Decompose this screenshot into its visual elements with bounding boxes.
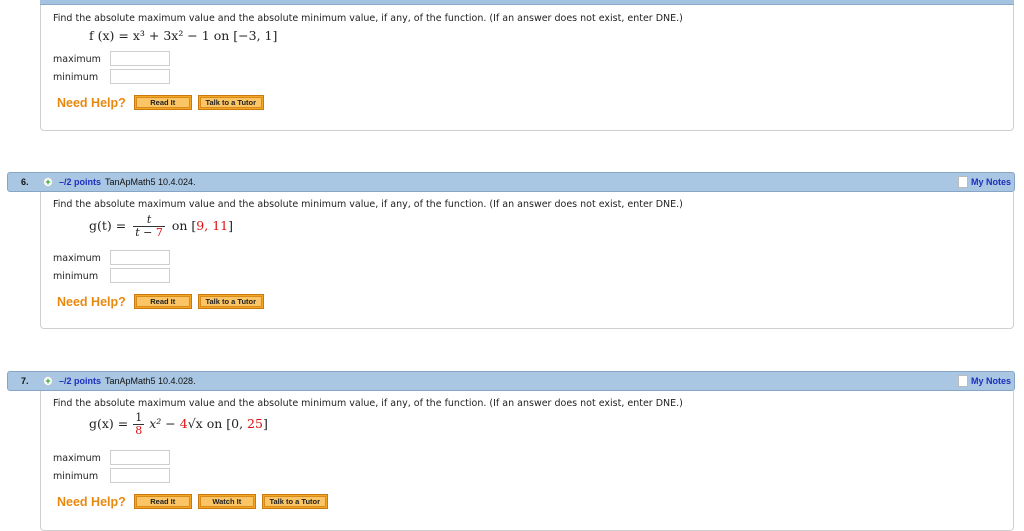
question-6-body: Find the absolute maximum value and the …	[40, 192, 1014, 329]
fraction: 1 8	[133, 412, 145, 437]
formula-on: on	[171, 218, 188, 233]
maximum-input[interactable]	[110, 450, 170, 465]
formula-lhs: f (x) =	[89, 28, 129, 43]
watch-it-button[interactable]: Watch It	[197, 494, 256, 509]
read-it-label: Read It	[135, 496, 190, 507]
interval-close: ]	[262, 416, 268, 431]
maximum-input[interactable]	[110, 250, 170, 265]
expand-plus-icon[interactable]: +	[43, 177, 53, 187]
minimum-input[interactable]	[110, 69, 170, 84]
formula-expr: x³ + 3x² − 1	[132, 28, 210, 43]
interval-sep: ,	[204, 218, 213, 233]
formula-term1: x² −	[149, 416, 176, 431]
interval-b: 25	[247, 416, 263, 431]
need-help-row: Need Help? Read It Watch It Talk to a Tu…	[57, 494, 328, 509]
question-number: 6.	[21, 177, 29, 187]
interval-close: ]	[228, 218, 233, 233]
fraction: t t − 7	[133, 214, 165, 239]
read-it-label: Read It	[135, 296, 190, 307]
fraction-denominator: t − 7	[133, 227, 165, 239]
watch-it-label: Watch It	[199, 496, 254, 507]
maximum-label: maximum	[53, 54, 101, 65]
question-prompt: Find the absolute maximum value and the …	[53, 13, 683, 24]
formula-interval: [−3, 1]	[233, 28, 278, 43]
talk-to-tutor-button[interactable]: Talk to a Tutor	[197, 95, 264, 110]
den-const: 7	[155, 226, 163, 239]
talk-to-tutor-label: Talk to a Tutor	[199, 296, 262, 307]
maximum-input[interactable]	[110, 51, 170, 66]
formula-coef: 4	[179, 416, 188, 431]
points-link[interactable]: –/2 points	[59, 177, 101, 187]
function-formula: f (x) = x³ + 3x² − 1 on [−3, 1]	[89, 28, 277, 43]
need-help-label: Need Help?	[57, 494, 126, 509]
my-notes-button[interactable]: My Notes	[957, 375, 1011, 387]
my-notes-button[interactable]: My Notes	[957, 176, 1011, 188]
read-it-button[interactable]: Read It	[133, 294, 192, 309]
interval-open: [0,	[226, 416, 248, 431]
note-icon	[957, 375, 968, 387]
formula-lhs: g(x) =	[89, 416, 129, 431]
question-5-header-edge	[40, 0, 1014, 5]
den-prefix: t −	[135, 226, 156, 239]
read-it-label: Read It	[135, 97, 190, 108]
minimum-label: minimum	[53, 471, 99, 482]
formula-on: on	[206, 416, 223, 431]
talk-to-tutor-label: Talk to a Tutor	[263, 496, 326, 507]
formula-sqrt: √x	[187, 416, 203, 431]
note-icon	[957, 176, 968, 188]
question-prompt: Find the absolute maximum value and the …	[53, 398, 683, 409]
need-help-row: Need Help? Read It Talk to a Tutor	[57, 294, 264, 309]
question-7-header: 7. + –/2 points TanApMath5 10.4.028. My …	[7, 371, 1015, 391]
question-number: 7.	[21, 376, 29, 386]
need-help-label: Need Help?	[57, 294, 126, 309]
read-it-button[interactable]: Read It	[133, 494, 192, 509]
minimum-input[interactable]	[110, 268, 170, 283]
my-notes-label: My Notes	[970, 177, 1011, 187]
maximum-label: maximum	[53, 453, 101, 464]
points-link[interactable]: –/2 points	[59, 376, 101, 386]
question-6-header: 6. + –/2 points TanApMath5 10.4.024. My …	[7, 172, 1015, 192]
fraction-denominator: 8	[135, 424, 143, 437]
question-source: TanApMath5 10.4.024.	[105, 177, 196, 187]
talk-to-tutor-button[interactable]: Talk to a Tutor	[261, 494, 328, 509]
function-formula: g(x) = 1 8 x² − 4√x on [0, 25]	[89, 412, 268, 437]
minimum-label: minimum	[53, 271, 99, 282]
question-source: TanApMath5 10.4.028.	[105, 376, 196, 386]
question-7-body: Find the absolute maximum value and the …	[40, 391, 1014, 531]
my-notes-label: My Notes	[970, 376, 1011, 386]
minimum-label: minimum	[53, 72, 99, 83]
need-help-row: Need Help? Read It Talk to a Tutor	[57, 95, 264, 110]
function-formula: g(t) = t t − 7 on [9, 11]	[89, 214, 233, 239]
question-prompt: Find the absolute maximum value and the …	[53, 199, 683, 210]
talk-to-tutor-label: Talk to a Tutor	[199, 97, 262, 108]
expand-plus-icon[interactable]: +	[43, 376, 53, 386]
need-help-label: Need Help?	[57, 95, 126, 110]
minimum-input[interactable]	[110, 468, 170, 483]
read-it-button[interactable]: Read It	[133, 95, 192, 110]
question-5-body: Find the absolute maximum value and the …	[40, 0, 1014, 131]
formula-lhs: g(t) =	[89, 218, 127, 233]
interval-b: 11	[212, 218, 229, 233]
talk-to-tutor-button[interactable]: Talk to a Tutor	[197, 294, 264, 309]
formula-on: on	[213, 28, 230, 43]
maximum-label: maximum	[53, 253, 101, 264]
